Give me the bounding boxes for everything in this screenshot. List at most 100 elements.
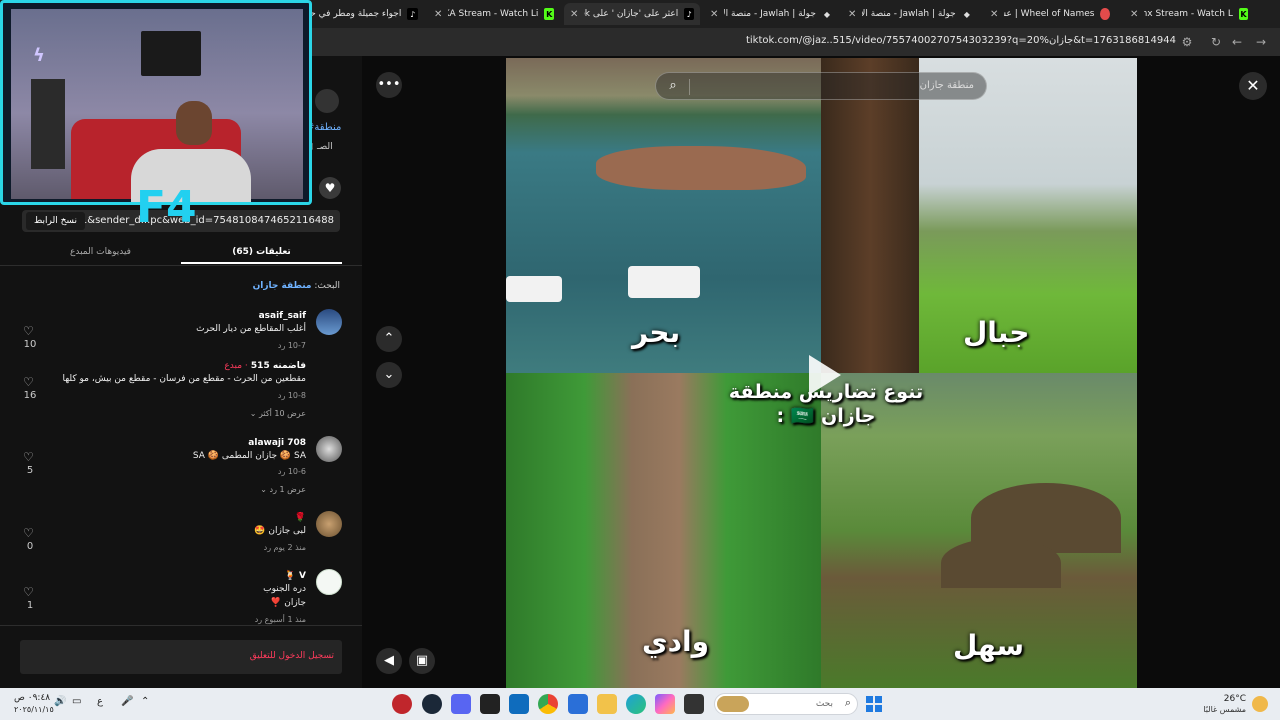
chrome-icon[interactable] xyxy=(538,694,558,714)
comment-meta[interactable]: 10-8 رد xyxy=(278,391,306,400)
heart-icon[interactable]: ♡ xyxy=(23,375,34,389)
boat-shape xyxy=(628,266,700,298)
comment-login-box[interactable]: تسجيل الدخول للتعليق xyxy=(20,640,342,674)
avatar[interactable] xyxy=(316,436,342,462)
search-input[interactable]: بحث xyxy=(816,699,833,709)
taskbar: ٠٩:٤٨ ص ٢٠٢٥/١١/١٥ 🔊 ▭ ع 🎤 ⌃ بحث ⌕ 26°C … xyxy=(0,688,1280,720)
url-field[interactable]: tiktok.com/@jaz..515/video/7557400270754… xyxy=(746,35,1176,46)
steam-icon[interactable] xyxy=(422,694,442,714)
lightning-logo-icon: ϟ xyxy=(33,45,45,66)
start-icon[interactable] xyxy=(866,696,882,712)
network-icon[interactable]: ▭ xyxy=(72,696,81,707)
search-query-link[interactable]: منطقة جازان xyxy=(253,281,312,291)
weather-description[interactable]: مشمس غالبًا xyxy=(1203,705,1246,714)
comment-meta[interactable]: منذ 1 أسبوع رد xyxy=(255,615,306,624)
comment-author[interactable]: فاضمنه 515 · مبدع xyxy=(224,361,306,371)
avatar[interactable] xyxy=(316,569,342,595)
back-icon[interactable]: → xyxy=(1252,33,1270,51)
tiktok-icon: ♪ xyxy=(684,8,694,20)
search-prefix: البحث: xyxy=(314,281,340,291)
search-icon[interactable]: ⌕ xyxy=(664,77,682,95)
video-player[interactable]: بحر جبال وادي سهل تنوع تضاريس منطقة جازا… xyxy=(506,58,1137,688)
comment-author[interactable]: V 🍹 xyxy=(285,571,306,581)
heart-icon[interactable]: ♡ xyxy=(23,526,34,540)
close-tab-icon[interactable]: ✕ xyxy=(990,9,998,20)
comment-author[interactable]: 🌹 xyxy=(295,513,306,523)
avatar[interactable] xyxy=(316,511,342,537)
browser-tab[interactable]: ◆ جولة | Jawlah - منصة الأنشـ ✕ xyxy=(842,3,978,25)
forward-icon[interactable]: ← xyxy=(1228,33,1246,51)
avatar[interactable] xyxy=(316,309,342,335)
sun-icon[interactable] xyxy=(1252,696,1268,712)
site-settings-icon[interactable]: ⚙ xyxy=(1178,33,1196,51)
show-hidden-icons-chevron[interactable]: ⌃ xyxy=(141,696,149,707)
comment-text: SA 🍪 جازان المطمى 🍪 SA xyxy=(192,451,306,461)
tab-comments[interactable]: تعليقات (65) xyxy=(181,242,342,264)
login-to-comment-link[interactable]: تسجيل الدخول للتعليق xyxy=(250,651,334,661)
terminal-icon[interactable] xyxy=(480,694,500,714)
speaker-icon[interactable]: 🔊 xyxy=(54,696,66,707)
tab-creator-videos[interactable]: فيديوهات المبدع xyxy=(20,242,181,264)
microphone-icon[interactable]: 🎤 xyxy=(121,696,133,707)
previous-video-icon[interactable]: ⌃ xyxy=(376,326,402,352)
clock-date[interactable]: ٢٠٢٥/١١/١٥ xyxy=(14,705,54,714)
comment-like-count: 16 xyxy=(23,390,37,401)
browser-tab-active[interactable]: ♪ اعثر على 'جازان ' على TikTok ✕ xyxy=(564,3,700,25)
close-tab-icon[interactable]: ✕ xyxy=(434,9,442,20)
close-tab-icon[interactable]: ✕ xyxy=(570,9,578,20)
comment-author[interactable]: alawaji 708 xyxy=(248,438,306,448)
close-icon[interactable]: ✕ xyxy=(1239,72,1267,100)
close-tab-icon[interactable]: ✕ xyxy=(710,9,718,20)
copilot-icon[interactable] xyxy=(655,694,675,714)
next-video-icon[interactable]: ⌄ xyxy=(376,362,402,388)
comment-meta[interactable]: 10-7 رد xyxy=(278,341,306,350)
heart-icon[interactable]: ♡ xyxy=(23,324,34,338)
label-plain: سهل xyxy=(953,629,1025,662)
play-icon[interactable] xyxy=(809,355,841,395)
video-quadrant-sea: بحر xyxy=(506,58,821,373)
creator-badge: · مبدع xyxy=(224,361,248,371)
video-search-box[interactable]: ⌕ منطقة جازان xyxy=(655,72,987,100)
reload-icon[interactable]: ↻ xyxy=(1207,33,1225,51)
video-hashtag[interactable]: #منطقة xyxy=(306,122,362,133)
close-tab-icon[interactable]: ✕ xyxy=(848,9,856,20)
discord-icon[interactable] xyxy=(451,694,471,714)
browser-tab[interactable]: K VOLKA Stream - Watch Li ✕ xyxy=(428,3,560,25)
tree-trunk-shape xyxy=(821,58,919,373)
browser-tab[interactable]: Wheel of Names | عشوائي ✕ xyxy=(984,3,1116,25)
creator-avatar[interactable] xyxy=(315,89,339,113)
picture-in-picture-icon[interactable]: ▣ xyxy=(409,648,435,674)
browser-tab[interactable]: K iMartinx Stream - Watch L ✕ xyxy=(1124,3,1254,25)
close-tab-icon[interactable]: ✕ xyxy=(1130,9,1138,20)
weather-temperature[interactable]: 26°C xyxy=(1224,694,1246,704)
heart-icon[interactable]: ♡ xyxy=(23,450,34,464)
clock-time[interactable]: ٠٩:٤٨ ص xyxy=(14,693,50,703)
edge-icon[interactable] xyxy=(626,694,646,714)
volume-icon[interactable]: ◀ xyxy=(376,648,402,674)
rock-shape xyxy=(596,146,806,190)
copy-link-button[interactable]: نسخ الرابط xyxy=(26,212,85,230)
heart-icon[interactable]: ♡ xyxy=(23,585,34,599)
tiktok-icon: ♪ xyxy=(407,8,418,20)
search-input[interactable]: منطقة جازان xyxy=(920,80,974,91)
related-search[interactable]: البحث: منطقة جازان xyxy=(253,281,340,291)
browser-tab[interactable]: ◆ جولة | Jawlah - منصة الأنشـ ✕ xyxy=(704,3,838,25)
browser-tab[interactable]: ♪ اجواء جميلة ومطر في حديث xyxy=(300,3,424,25)
view-replies-button[interactable]: عرض 1 رد ⌄ xyxy=(260,485,306,494)
opera-icon[interactable] xyxy=(392,694,412,714)
outlook-icon[interactable] xyxy=(509,694,529,714)
more-options-icon[interactable]: ••• xyxy=(376,72,402,98)
comment-meta[interactable]: 10-6 رد xyxy=(278,467,306,476)
keyboard-language-icon[interactable]: ع xyxy=(97,696,103,707)
comment-author[interactable]: asaif_saif xyxy=(259,311,306,321)
view-replies-button[interactable]: عرض 10 أكثر ⌄ xyxy=(250,409,306,418)
explorer-icon[interactable] xyxy=(597,694,617,714)
boat-shape xyxy=(506,276,562,302)
comment-text: أغلب المقاطع من ديار الحرث xyxy=(196,324,306,334)
store-icon[interactable] xyxy=(568,694,588,714)
comment-meta[interactable]: منذ 2 يوم رد xyxy=(264,543,306,552)
video-quadrant-mountains: جبال xyxy=(821,58,1137,373)
notepad-icon[interactable] xyxy=(684,694,704,714)
heart-icon[interactable]: ♥ xyxy=(319,177,341,199)
taskbar-search[interactable]: بحث ⌕ xyxy=(714,693,858,715)
